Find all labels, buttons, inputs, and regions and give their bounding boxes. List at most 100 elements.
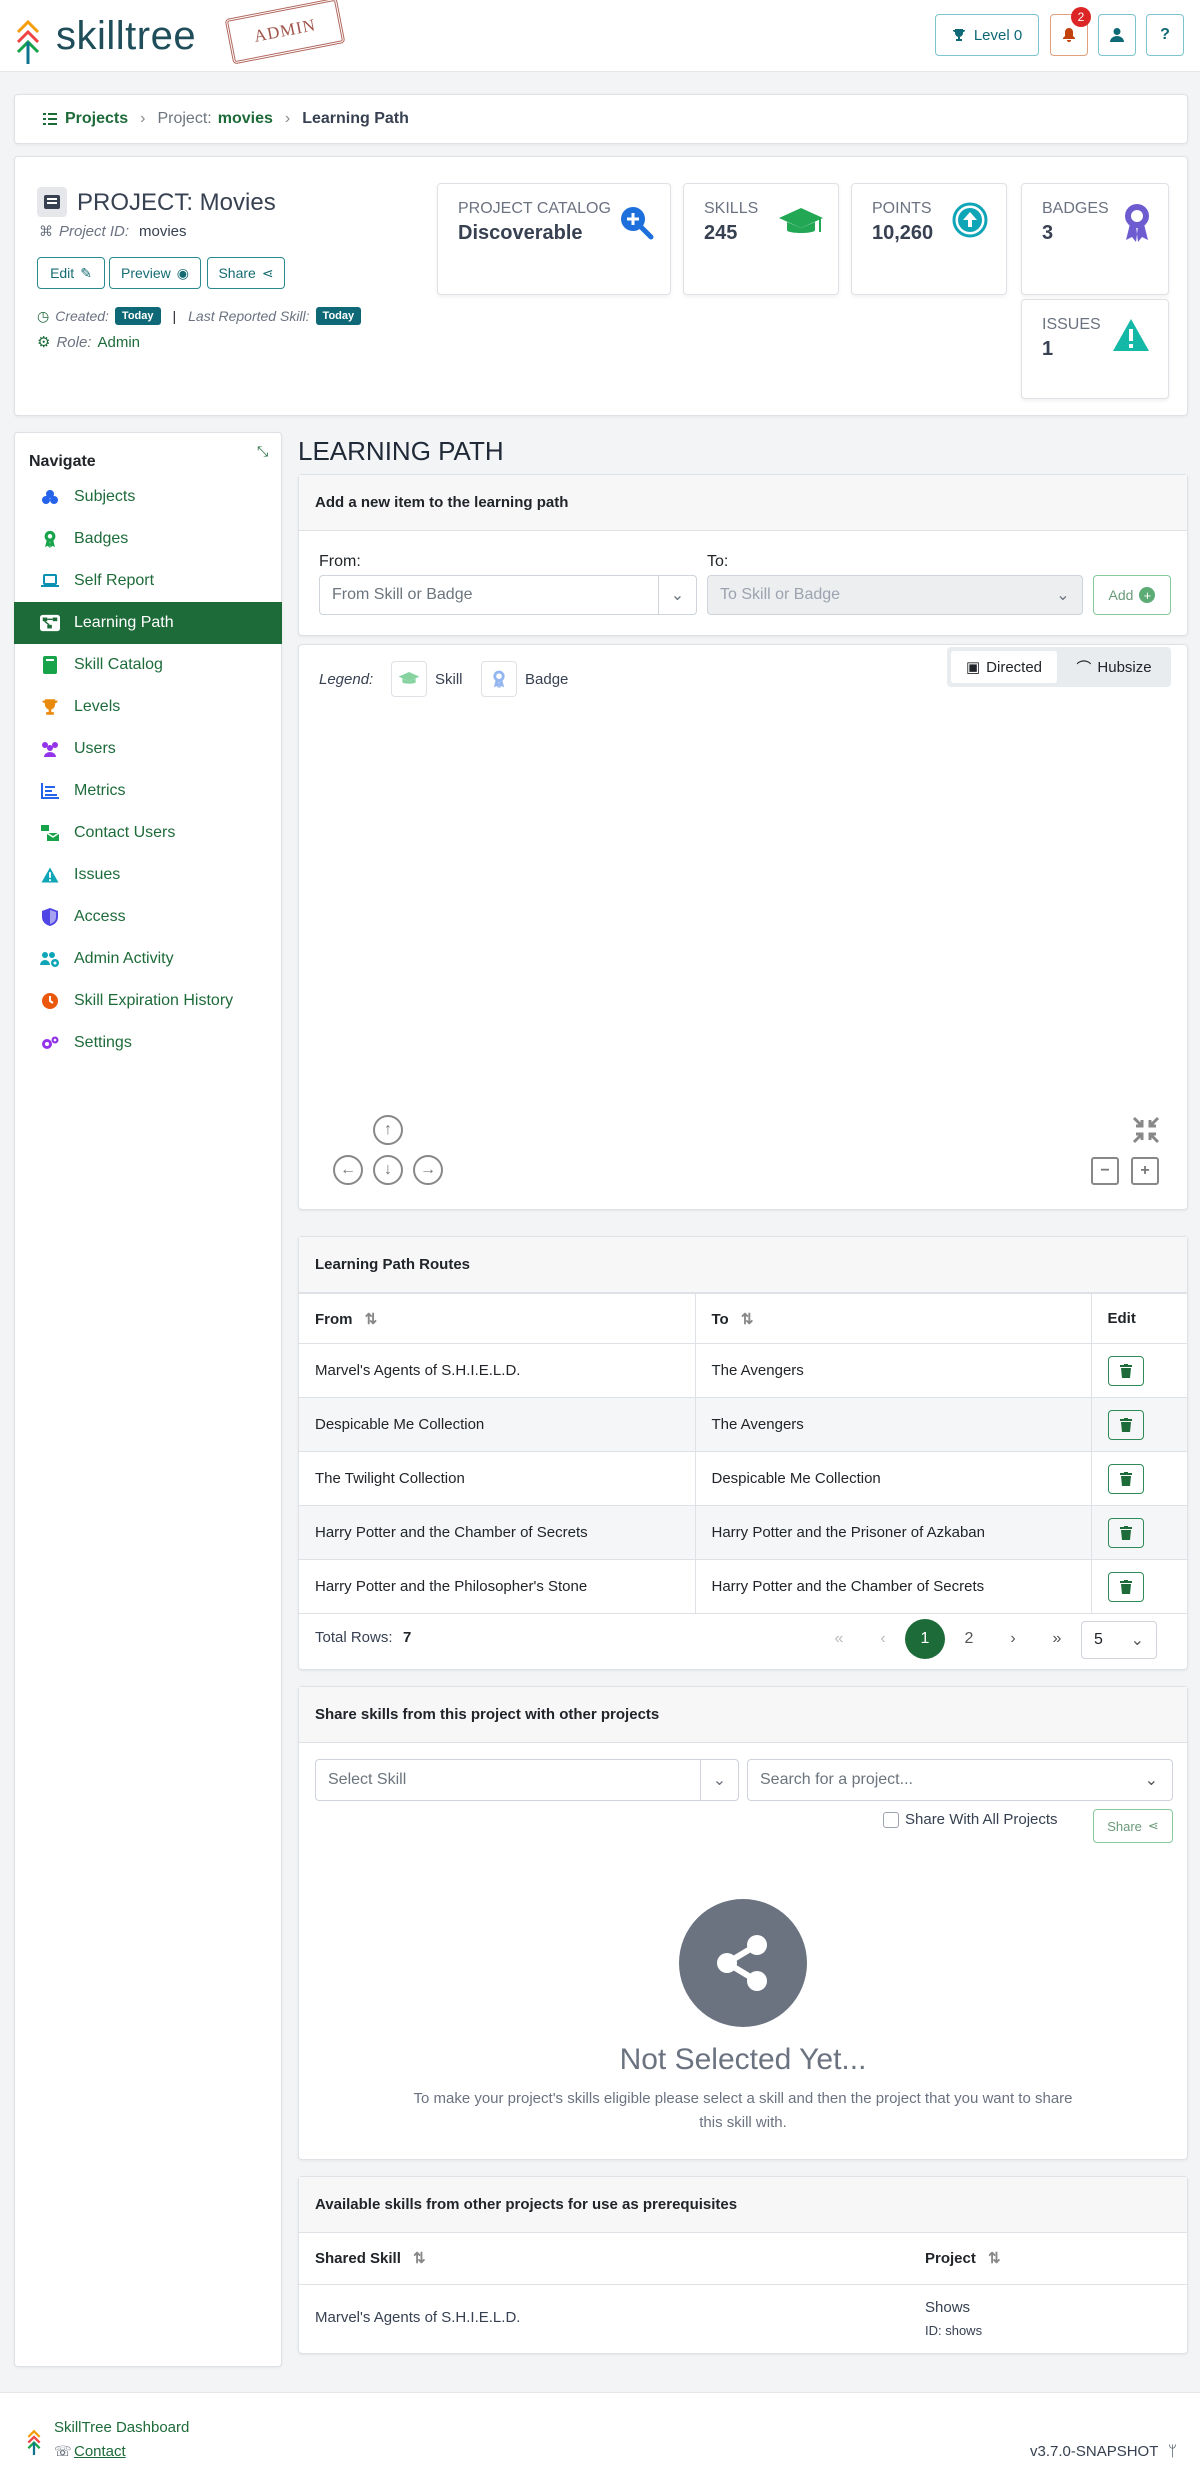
user-menu-button[interactable] bbox=[1098, 14, 1136, 56]
breadcrumb-projects-link[interactable]: Projects bbox=[65, 110, 128, 128]
preview-project-button[interactable]: Preview ◉ bbox=[109, 257, 201, 289]
sidebar-item-label: Admin Activity bbox=[74, 950, 174, 967]
route-from-cell: Despicable Me Collection bbox=[299, 1397, 696, 1452]
sidebar-item-skill-catalog[interactable]: Skill Catalog bbox=[14, 644, 282, 686]
admin-stamp-text: ADMIN bbox=[252, 15, 318, 46]
share-project-button[interactable]: Share ⋖ bbox=[207, 257, 285, 289]
from-select[interactable]: From Skill or Badge ⌄ bbox=[319, 575, 697, 615]
footer-contact-link[interactable]: Contact bbox=[74, 2443, 126, 2460]
skilltree-logo[interactable]: skilltree ADMIN bbox=[14, 0, 354, 70]
prev-page-button[interactable]: ‹ bbox=[863, 1619, 903, 1659]
breadcrumb-project-link[interactable]: movies bbox=[218, 110, 273, 128]
cogs-icon bbox=[40, 1035, 60, 1051]
stat-badges[interactable]: BADGES 3 bbox=[1021, 183, 1169, 295]
sidebar-item-users[interactable]: Users bbox=[14, 728, 282, 770]
from-placeholder: From Skill or Badge bbox=[332, 586, 473, 603]
to-label: To: bbox=[707, 553, 729, 570]
help-button[interactable]: ? bbox=[1146, 14, 1184, 56]
pan-left-button[interactable]: ← bbox=[333, 1155, 363, 1185]
mail-bulk-icon bbox=[40, 825, 60, 841]
admin-stamp: ADMIN bbox=[224, 0, 346, 65]
role-value: Admin bbox=[97, 333, 141, 351]
delete-route-button[interactable] bbox=[1107, 1517, 1144, 1548]
select-skill-dropdown[interactable]: Select Skill ⌄ bbox=[315, 1759, 739, 1801]
level-button[interactable]: Level 0 bbox=[935, 14, 1039, 56]
route-edit-cell bbox=[1091, 1505, 1187, 1560]
share-all-checkbox[interactable] bbox=[883, 1811, 899, 1828]
page-size-value: 5 bbox=[1094, 1631, 1103, 1648]
sidebar-item-self-report[interactable]: Self Report bbox=[14, 560, 282, 602]
delete-route-button[interactable] bbox=[1107, 1463, 1144, 1494]
directed-label: Directed bbox=[986, 658, 1043, 676]
sidebar-item-issues[interactable]: Issues bbox=[14, 854, 282, 896]
sidebar-item-contact-users[interactable]: Contact Users bbox=[14, 812, 282, 854]
zoom-out-button[interactable]: − bbox=[1091, 1157, 1119, 1185]
share-skill-button[interactable]: Share ⋖ bbox=[1093, 1809, 1173, 1843]
eye-icon: ◉ bbox=[176, 264, 189, 281]
search-plus-icon bbox=[621, 207, 654, 240]
col-from-header[interactable]: From ⇅ bbox=[299, 1293, 696, 1344]
col-project-header[interactable]: Project ⇅ bbox=[925, 2249, 1001, 2267]
sidebar-item-label: Skill Catalog bbox=[74, 656, 163, 673]
hubsize-button[interactable]: ⌒ Hubsize bbox=[1061, 651, 1167, 683]
graph-canvas[interactable] bbox=[309, 705, 1177, 1135]
sidebar-item-access[interactable]: Access bbox=[14, 896, 282, 938]
arrow-right-icon: → bbox=[420, 1161, 436, 1178]
page-1-button[interactable]: 1 bbox=[905, 1619, 945, 1659]
arrow-up-icon: ↑ bbox=[384, 1121, 392, 1138]
search-project-dropdown[interactable]: Search for a project... ⌄ bbox=[747, 1759, 1173, 1801]
delete-route-button[interactable] bbox=[1107, 1355, 1144, 1386]
pan-right-button[interactable]: → bbox=[413, 1155, 443, 1185]
sidebar-item-metrics[interactable]: Metrics bbox=[14, 770, 282, 812]
sidebar-item-learning-path[interactable]: Learning Path bbox=[14, 602, 282, 644]
delete-route-button[interactable] bbox=[1107, 1409, 1144, 1440]
delete-route-button[interactable] bbox=[1107, 1571, 1144, 1602]
pan-down-button[interactable]: ↓ bbox=[373, 1155, 403, 1185]
col-shared-skill-header[interactable]: Shared Skill ⇅ bbox=[315, 2249, 426, 2267]
collapse-sidebar-icon[interactable]: ⤡ bbox=[257, 443, 268, 460]
tree-logo-icon bbox=[27, 2429, 41, 2455]
stat-project-catalog[interactable]: PROJECT CATALOG Discoverable bbox=[437, 183, 671, 295]
stat-points[interactable]: POINTS 10,260 bbox=[851, 183, 1007, 295]
table-row: Marvel's Agents of S.H.I.E.L.D. Shows ID… bbox=[299, 2285, 1187, 2351]
sidebar-item-subjects[interactable]: Subjects bbox=[14, 476, 282, 518]
minus-icon: − bbox=[1100, 1162, 1110, 1179]
sidebar-item-levels[interactable]: Levels bbox=[14, 686, 282, 728]
fit-to-screen-button[interactable] bbox=[1131, 1115, 1161, 1145]
project-title: PROJECT: Movies bbox=[77, 189, 276, 216]
page-2-button[interactable]: 2 bbox=[949, 1619, 989, 1659]
stat-skills[interactable]: SKILLS 245 bbox=[683, 183, 839, 295]
notifications-button[interactable]: 2 bbox=[1050, 7, 1091, 56]
trophy-icon bbox=[952, 28, 966, 42]
first-page-button[interactable]: « bbox=[819, 1619, 859, 1659]
edit-project-button[interactable]: Edit ✎ bbox=[37, 257, 105, 289]
project-dates: ◷ Created: Today | Last Reported Skill: … bbox=[37, 307, 362, 325]
available-header: Available skills from other projects for… bbox=[299, 2177, 1187, 2233]
project-id-label: Project ID: bbox=[59, 223, 130, 240]
sidebar-item-skill-expiration-history[interactable]: Skill Expiration History bbox=[14, 980, 282, 1022]
footer-dashboard-link[interactable]: SkillTree Dashboard bbox=[54, 2419, 189, 2436]
from-label: From: bbox=[319, 553, 361, 570]
to-select[interactable]: To Skill or Badge ⌄ bbox=[707, 575, 1083, 615]
network-icon bbox=[40, 614, 60, 632]
directed-button[interactable]: ▣ Directed bbox=[951, 651, 1057, 683]
sidebar-nav-list: Subjects Badges Self Report Learning Path Sk… bbox=[14, 476, 282, 1064]
sidebar-item-settings[interactable]: Settings bbox=[14, 1022, 282, 1064]
warning-icon bbox=[40, 867, 60, 883]
stat-issues[interactable]: ISSUES 1 bbox=[1021, 299, 1169, 399]
pan-up-button[interactable]: ↑ bbox=[373, 1115, 403, 1145]
sidebar-item-label: Badges bbox=[74, 530, 129, 547]
col-to-header[interactable]: To ⇅ bbox=[695, 1293, 1092, 1344]
page-size-select[interactable]: 5 ⌄ bbox=[1081, 1621, 1157, 1659]
sidebar-item-label: Contact Users bbox=[74, 824, 176, 841]
table-row: The Twilight Collection Despicable Me Col… bbox=[299, 1451, 1187, 1506]
add-route-button[interactable]: Add + bbox=[1093, 575, 1171, 615]
next-page-button[interactable]: › bbox=[993, 1619, 1033, 1659]
bezier-icon: ⌒ bbox=[1076, 659, 1092, 677]
sidebar-item-admin-activity[interactable]: Admin Activity bbox=[14, 938, 282, 980]
sort-icon: ⇅ bbox=[364, 1310, 378, 1328]
sidebar-item-badges[interactable]: Badges bbox=[14, 518, 282, 560]
col-edit-label: Edit bbox=[1107, 1310, 1136, 1327]
last-page-button[interactable]: » bbox=[1037, 1619, 1077, 1659]
zoom-in-button[interactable]: + bbox=[1131, 1157, 1159, 1185]
